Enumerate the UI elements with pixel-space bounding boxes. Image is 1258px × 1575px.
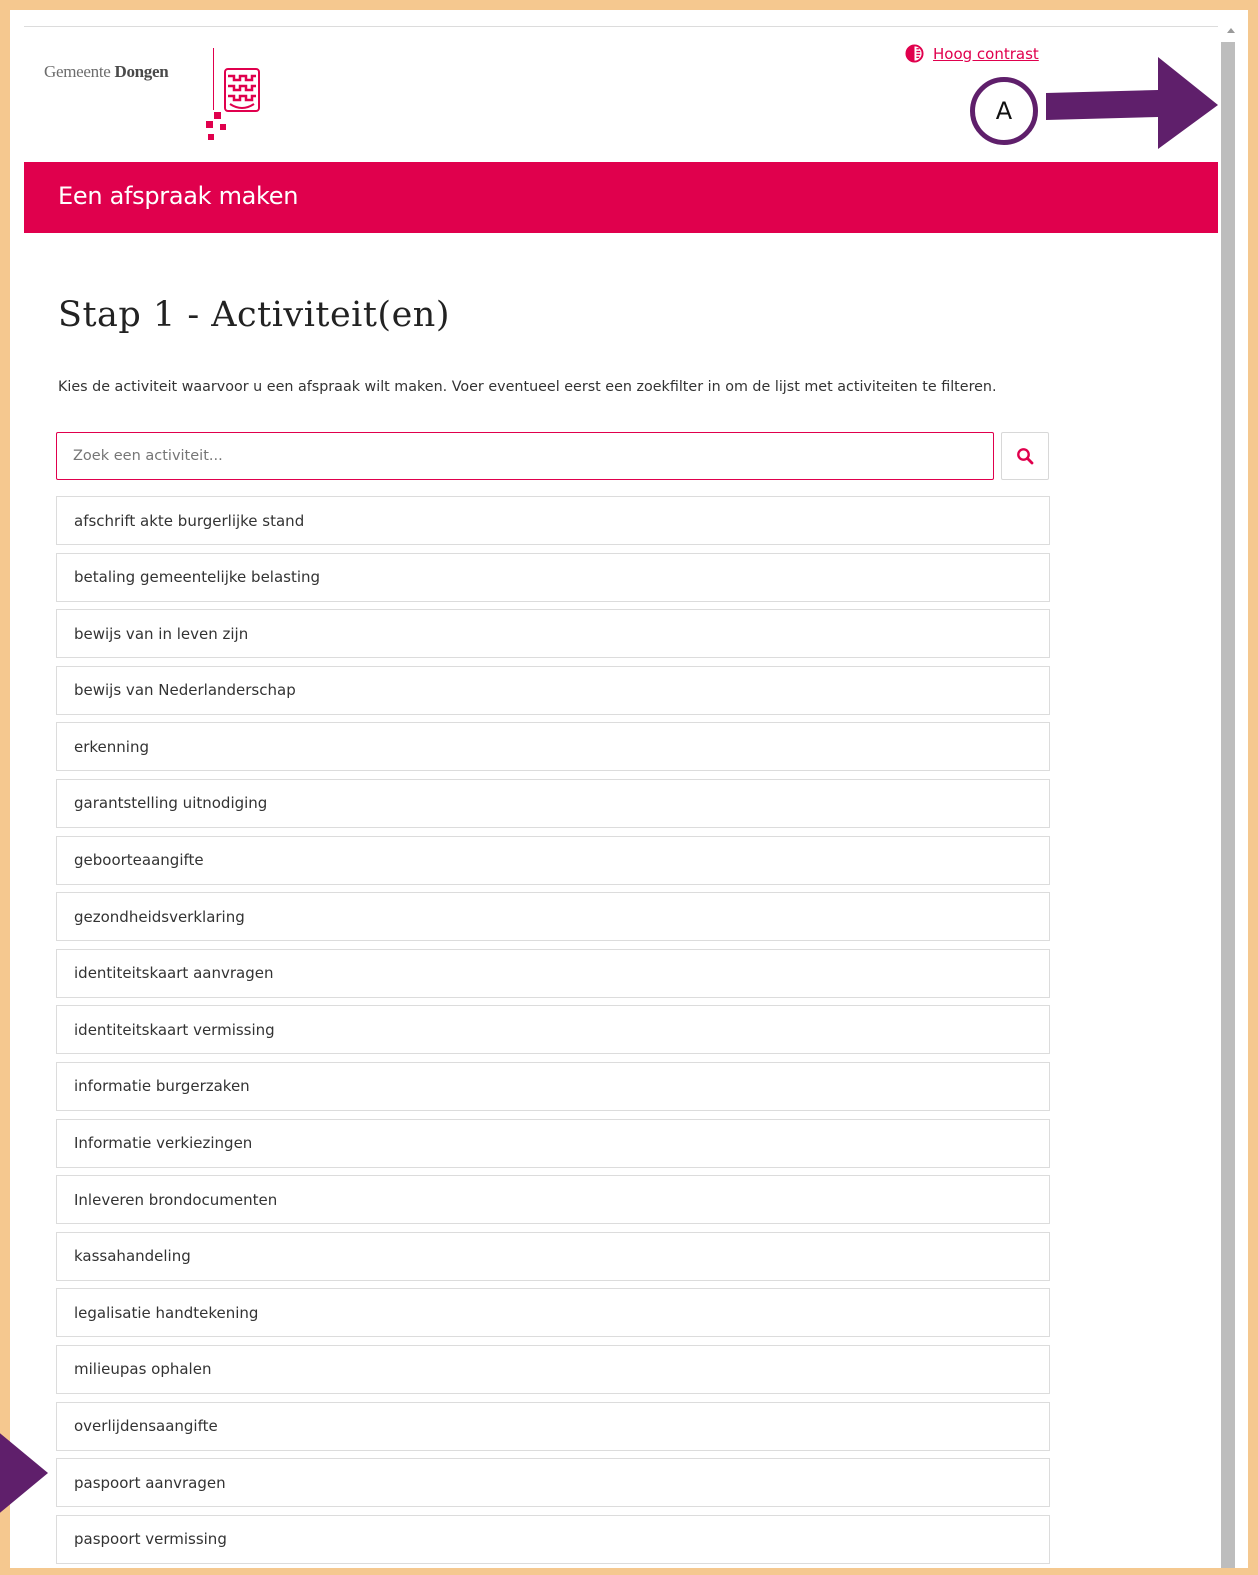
activity-list: afschrift akte burgerlijke stand betalin… — [56, 496, 1050, 1568]
search-button[interactable] — [1001, 432, 1049, 480]
scroll-thumb[interactable] — [1221, 42, 1235, 1568]
logo-wordmark[interactable]: Gemeente Dongen — [44, 62, 169, 82]
activity-item[interactable]: Inleveren brondocumenten — [56, 1175, 1050, 1225]
activity-item[interactable]: afschrift akte burgerlijke stand — [56, 496, 1050, 545]
activity-item[interactable]: paspoort vermissing — [56, 1514, 1050, 1564]
logo-dots-icon — [206, 112, 226, 140]
activity-search-input[interactable] — [56, 432, 994, 480]
vertical-scrollbar[interactable] — [1218, 26, 1248, 1568]
activity-item[interactable]: bewijs van Nederlanderschap — [56, 665, 1050, 715]
activity-item[interactable]: betaling gemeentelijke belasting — [56, 552, 1050, 602]
high-contrast-label: Hoog contrast — [933, 44, 1039, 63]
activity-item[interactable]: geboorteaangifte — [56, 835, 1050, 885]
activity-item[interactable]: legalisatie handtekening — [56, 1288, 1050, 1338]
contrast-icon — [905, 44, 924, 63]
activity-item[interactable]: milieupas ophalen — [56, 1344, 1050, 1394]
scroll-up-arrow-icon[interactable] — [1227, 28, 1235, 33]
activity-item[interactable]: gezondheidsverklaring — [56, 892, 1050, 942]
activity-item[interactable]: identiteitskaart vermissing — [56, 1005, 1050, 1055]
logo-divider — [213, 48, 214, 110]
annotation-arrow-pointer-icon — [0, 1433, 48, 1513]
activity-item[interactable]: kassahandeling — [56, 1231, 1050, 1281]
banner-title: Een afspraak maken — [58, 182, 299, 210]
step-title: Stap 1 - Activiteit(en) — [58, 295, 450, 335]
activity-item[interactable]: bewijs van in leven zijn — [56, 609, 1050, 659]
step-instructions: Kies de activiteit waarvoor u een afspra… — [58, 379, 997, 395]
dongen-crest-icon — [224, 68, 260, 112]
logo-text-light: Gemeente — [44, 62, 111, 81]
page-frame: Gemeente Dongen Hoog contrast A Een afsp… — [10, 10, 1248, 1568]
activity-item[interactable]: garantstelling uitnodiging — [56, 778, 1050, 828]
activity-item[interactable]: paspoort aanvragen — [56, 1458, 1050, 1508]
title-banner: Een afspraak maken — [24, 162, 1218, 233]
annotation-arrow-right-icon — [1046, 57, 1218, 149]
high-contrast-link[interactable]: Hoog contrast — [905, 44, 1039, 63]
search-icon — [1017, 448, 1034, 465]
activity-item[interactable]: informatie burgerzaken — [56, 1061, 1050, 1111]
activity-item[interactable]: erkenning — [56, 722, 1050, 772]
logo-text-bold: Dongen — [114, 62, 169, 81]
activity-item[interactable]: identiteitskaart aanvragen — [56, 948, 1050, 998]
annotation-marker-a: A — [970, 77, 1038, 145]
activity-item[interactable]: Informatie verkiezingen — [56, 1118, 1050, 1168]
activity-item[interactable]: overlijdensaangifte — [56, 1401, 1050, 1451]
annotation-label: A — [995, 97, 1013, 125]
